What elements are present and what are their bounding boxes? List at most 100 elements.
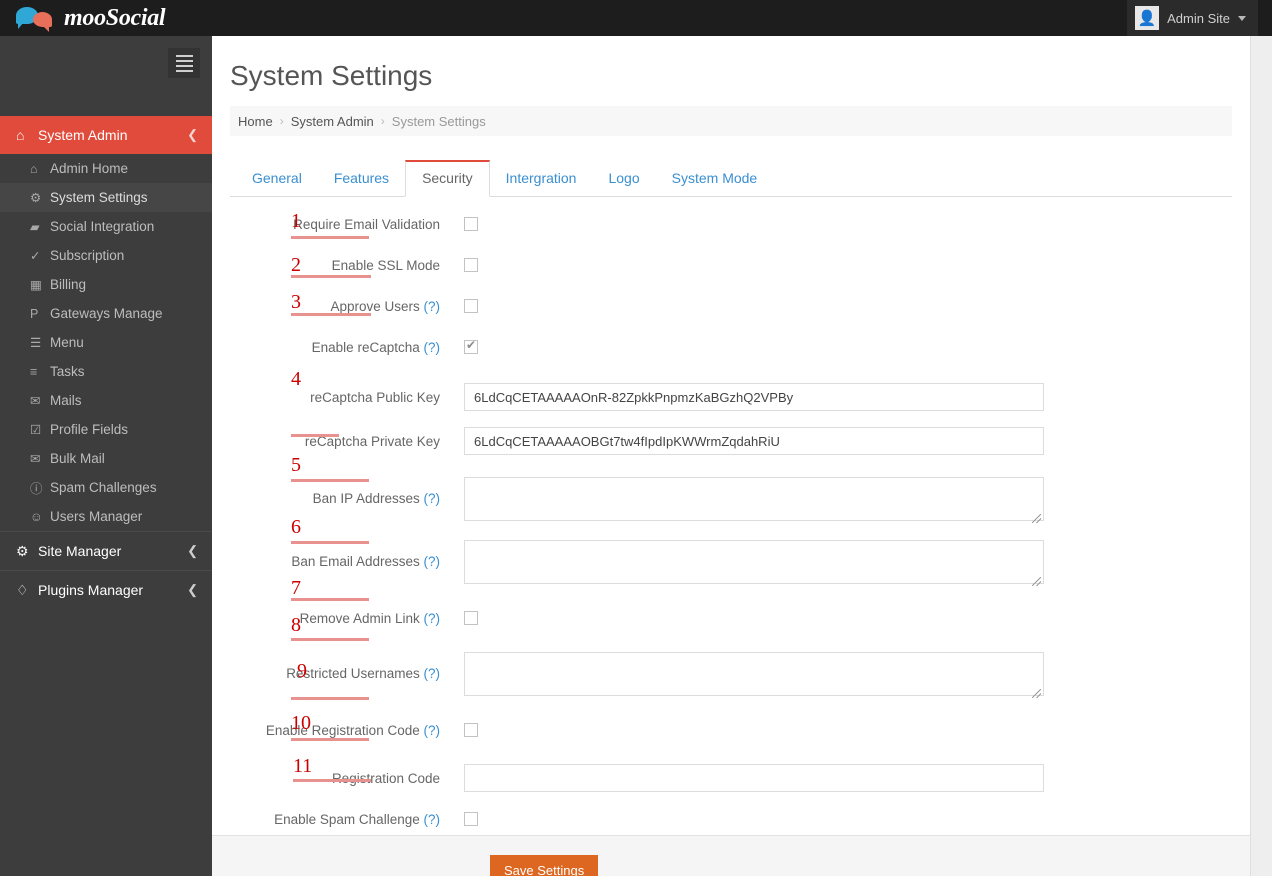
sidebar-group-site-manager[interactable]: ⚙ Site Manager ❮: [0, 531, 212, 570]
ban-email-addresses-textarea[interactable]: [464, 540, 1044, 584]
sidebar-item-subscription[interactable]: ✓ Subscription: [0, 241, 212, 270]
recaptcha-private-key-input[interactable]: [464, 427, 1044, 455]
help-hint-icon[interactable]: (?): [424, 611, 441, 626]
enable-spam-challenge-checkbox[interactable]: [464, 812, 478, 826]
sidebar-item-label: Profile Fields: [50, 422, 129, 437]
help-hint-icon[interactable]: (?): [424, 554, 441, 569]
home-icon: ⌂: [30, 161, 38, 176]
sidebar-item-profile-fields[interactable]: ☑ Profile Fields: [0, 415, 212, 444]
share-icon: ▰: [30, 220, 40, 234]
field-label: Enable SSL Mode: [212, 258, 464, 274]
sidebar-group-label: System Admin: [38, 127, 128, 143]
approve-users-checkbox[interactable]: [464, 299, 478, 313]
sidebar-item-label: Menu: [50, 335, 84, 350]
tab-security[interactable]: Security: [405, 160, 490, 197]
sidebar-item-label: Spam Challenges: [50, 480, 157, 495]
remove-admin-link-checkbox[interactable]: [464, 611, 478, 625]
sidebar-item-users-manager[interactable]: ☺ Users Manager: [0, 502, 212, 531]
envelope-icon: ✉: [30, 394, 41, 408]
user-menu[interactable]: 👤 Admin Site: [1127, 0, 1258, 36]
sidebar-item-menu[interactable]: ☰ Menu: [0, 328, 212, 357]
field-label-text: reCaptcha Private Key: [304, 434, 440, 449]
field-control: [464, 338, 1250, 359]
credit-card-icon: ▦: [30, 278, 42, 292]
breadcrumb-system-admin[interactable]: System Admin: [291, 114, 374, 129]
recaptcha-public-key-input[interactable]: [464, 383, 1044, 411]
field-label-text: Enable Registration Code: [265, 723, 420, 738]
field-label-text: Ban IP Addresses: [312, 491, 420, 506]
field-label-text: Approve Users: [330, 299, 420, 314]
page-title: System Settings: [230, 60, 433, 91]
check-circle-icon: ☑: [30, 423, 42, 437]
sidebar-item-admin-home[interactable]: ⌂ Admin Home: [0, 154, 212, 183]
sidebar-item-label: Subscription: [50, 248, 125, 263]
field-control: [464, 812, 1250, 831]
require-email-validation-checkbox[interactable]: [464, 217, 478, 231]
breadcrumb: Home › System Admin › System Settings: [230, 106, 1232, 136]
sidebar-item-gateways-manage[interactable]: P Gateways Manage: [0, 299, 212, 328]
field-label: reCaptcha Public Key: [212, 383, 464, 406]
sidebar-item-spam-challenges[interactable]: ⓘ Spam Challenges: [0, 473, 212, 502]
sidebar-item-label: Users Manager: [50, 509, 143, 524]
sidebar-item-tasks[interactable]: ≡ Tasks: [0, 357, 212, 386]
chevron-left-icon[interactable]: ❮: [187, 582, 198, 598]
help-hint-icon[interactable]: (?): [424, 666, 441, 681]
chevron-left-icon[interactable]: ❮: [187, 543, 198, 559]
tab-logo[interactable]: Logo: [592, 161, 655, 196]
sidebar-item-mails[interactable]: ✉ Mails: [0, 386, 212, 415]
help-hint-icon[interactable]: (?): [424, 812, 441, 827]
field-label: Ban IP Addresses (?): [212, 477, 464, 507]
chevron-left-icon[interactable]: ❮: [187, 127, 198, 143]
tab-general[interactable]: General: [236, 161, 318, 196]
field-label: Enable Spam Challenge (?): [212, 812, 464, 828]
breadcrumb-home[interactable]: Home: [238, 114, 273, 129]
field-control: [464, 477, 1250, 526]
tab-features[interactable]: Features: [318, 161, 405, 196]
field-label: Ban Email Addresses (?): [212, 540, 464, 570]
tab-intergration[interactable]: Intergration: [490, 161, 593, 196]
help-hint-icon[interactable]: (?): [424, 723, 441, 738]
tab-system-mode[interactable]: System Mode: [656, 161, 774, 196]
field-label-text: Require Email Validation: [293, 217, 440, 232]
admin-page: mooSocial 👤 Admin Site ⌂ System Admin ❮ …: [0, 0, 1272, 876]
help-hint-icon[interactable]: (?): [424, 299, 441, 314]
ban-ip-addresses-textarea[interactable]: [464, 477, 1044, 521]
field-control: [464, 764, 1250, 792]
sidebar: ⌂ System Admin ❮ ⌂ Admin Home ⚙ System S…: [0, 36, 212, 876]
form-footer: Save Settings: [212, 835, 1250, 876]
restricted-usernames-textarea[interactable]: [464, 652, 1044, 696]
hamburger-menu-icon[interactable]: [168, 48, 200, 78]
sidebar-item-bulk-mail[interactable]: ✉ Bulk Mail: [0, 444, 212, 473]
enable-recaptcha-checkbox[interactable]: [464, 338, 478, 354]
check-icon: ✓: [30, 249, 41, 263]
save-settings-button[interactable]: Save Settings: [490, 855, 599, 876]
field-row-enable-recaptcha: Enable reCaptcha (?): [212, 338, 1250, 359]
registration-code-input[interactable]: [464, 764, 1044, 792]
field-label-text: Enable reCaptcha: [311, 340, 420, 355]
security-settings-form: Require Email Validation Enable SSL Mode: [212, 197, 1250, 831]
sidebar-group-label: Site Manager: [38, 543, 122, 559]
brand-logo[interactable]: mooSocial: [16, 0, 166, 36]
field-row-enable-ssl-mode: Enable SSL Mode: [212, 258, 1250, 277]
content-area: System Settings Home › System Admin › Sy…: [212, 36, 1272, 876]
field-label: Registration Code: [212, 764, 464, 787]
field-control: [464, 217, 1250, 236]
sidebar-item-system-settings[interactable]: ⚙ System Settings: [0, 183, 212, 212]
enable-registration-code-checkbox[interactable]: [464, 723, 478, 737]
list-icon: ≡: [30, 364, 38, 379]
gear-icon: ⚙: [30, 191, 42, 205]
breadcrumb-separator: ›: [380, 114, 385, 128]
breadcrumb-separator: ›: [279, 114, 284, 128]
sidebar-item-billing[interactable]: ▦ Billing: [0, 270, 212, 299]
enable-ssl-mode-checkbox[interactable]: [464, 258, 478, 272]
field-control: [464, 723, 1250, 742]
sidebar-item-label: Tasks: [50, 364, 85, 379]
help-hint-icon[interactable]: (?): [424, 491, 441, 506]
field-label-text: Enable Spam Challenge: [274, 812, 420, 827]
question-circle-icon: ⓘ: [30, 482, 43, 496]
help-hint-icon[interactable]: (?): [424, 340, 441, 355]
chevron-down-icon: [1238, 15, 1246, 21]
sidebar-group-system-admin[interactable]: ⌂ System Admin ❮: [0, 116, 212, 154]
sidebar-item-social-integration[interactable]: ▰ Social Integration: [0, 212, 212, 241]
sidebar-group-plugins-manager[interactable]: ♢ Plugins Manager ❮: [0, 570, 212, 609]
